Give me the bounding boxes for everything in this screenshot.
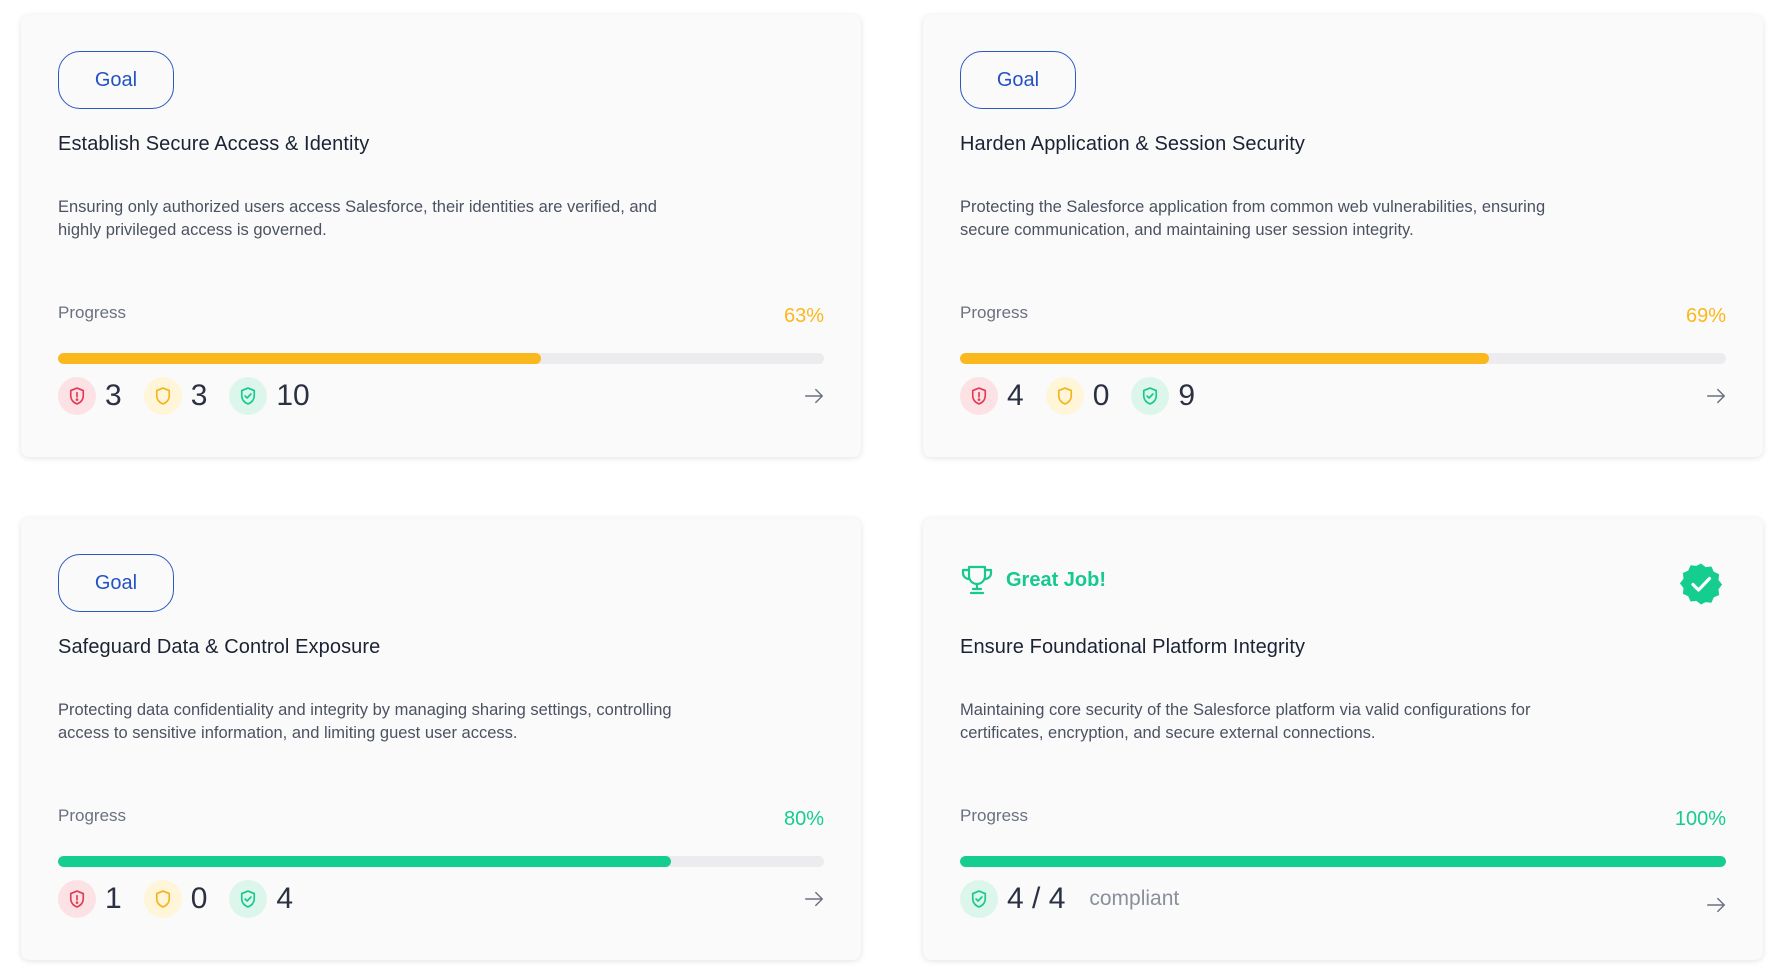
- passed-stat: 10: [229, 377, 310, 415]
- trophy-icon: [961, 565, 993, 595]
- stats-row: 4 0 9: [960, 377, 1217, 415]
- progress-track: [960, 353, 1726, 364]
- goal-badge: Goal: [58, 554, 174, 612]
- compliant-label: compliant: [1089, 887, 1180, 910]
- warning-count: 3: [190, 379, 208, 412]
- warning-stat: 0: [143, 880, 208, 918]
- progress-fill: [58, 353, 541, 364]
- warning-stat: 3: [143, 377, 208, 415]
- progress-label: Progress: [58, 303, 127, 322]
- passed-stat: 9: [1131, 377, 1195, 415]
- warning-count: 0: [1092, 379, 1110, 412]
- card-title: Establish Secure Access & Identity: [58, 133, 370, 155]
- passed-stat: 4: [229, 880, 293, 918]
- progress-percent: 63%: [783, 305, 824, 327]
- card-title: Ensure Foundational Platform Integrity: [960, 636, 1306, 658]
- arrow-right-icon[interactable]: [803, 888, 825, 910]
- progress-label: Progress: [960, 806, 1029, 825]
- shield-alert-icon: [58, 880, 96, 918]
- shield-check-icon: [229, 377, 268, 415]
- card-description: Maintaining core security of the Salesfo…: [960, 701, 1531, 742]
- shield-icon: [1045, 377, 1084, 415]
- great-job-banner: Great Job!: [960, 564, 1106, 596]
- great-job-label: Great Job!: [1006, 568, 1107, 591]
- progress-track: [960, 856, 1726, 867]
- critical-count: 4: [1007, 379, 1024, 412]
- card-title: Harden Application & Session Security: [960, 133, 1305, 155]
- critical-count: 1: [105, 882, 122, 915]
- shield-check-icon: [229, 880, 268, 918]
- goal-card[interactable]: Goal Harden Application & Session Securi…: [923, 15, 1763, 457]
- card-description: Ensuring only authorized users access Sa…: [58, 198, 657, 239]
- verified-badge-icon: [1679, 563, 1723, 605]
- critical-stat: 3: [58, 377, 122, 415]
- shield-check-icon: [1131, 377, 1170, 415]
- passed-count: 4: [276, 882, 294, 915]
- progress-track: [58, 856, 824, 867]
- progress-fill: [960, 856, 1726, 867]
- shield-icon: [143, 880, 182, 918]
- card-description: Protecting the Salesforce application fr…: [960, 198, 1546, 239]
- progress-track: [58, 353, 824, 364]
- warning-count: 0: [190, 882, 208, 915]
- shield-check-icon: [960, 880, 998, 918]
- goal-card[interactable]: Goal Establish Secure Access & Identity …: [21, 15, 861, 457]
- goal-badge: Goal: [960, 51, 1076, 109]
- stats-row: 3 3 10: [58, 377, 332, 415]
- progress-fill: [58, 856, 671, 867]
- shield-icon: [143, 377, 182, 415]
- warning-stat: 0: [1045, 377, 1110, 415]
- card-description: Protecting data confidentiality and inte…: [58, 701, 672, 742]
- shield-alert-icon: [58, 377, 96, 415]
- stats-row: 1 0 4: [58, 880, 315, 918]
- progress-fill: [960, 353, 1489, 364]
- critical-stat: 1: [58, 880, 122, 918]
- goal-badge: Goal: [58, 51, 174, 109]
- progress-percent: 100%: [1674, 808, 1726, 830]
- progress-label: Progress: [960, 303, 1029, 322]
- compliant-stat: 4 / 4 compliant: [960, 880, 1179, 918]
- progress-percent: 80%: [783, 808, 824, 830]
- critical-count: 3: [105, 379, 122, 412]
- passed-count: 9: [1178, 379, 1196, 412]
- arrow-right-icon[interactable]: [803, 385, 825, 407]
- complete-card[interactable]: Great Job! Ensure Foundational Platform …: [923, 518, 1763, 960]
- progress-percent: 69%: [1685, 305, 1726, 327]
- progress-label: Progress: [58, 806, 127, 825]
- goal-card[interactable]: Goal Safeguard Data & Control Exposure P…: [21, 518, 861, 960]
- shield-alert-icon: [960, 377, 998, 415]
- arrow-right-icon[interactable]: [1705, 385, 1727, 407]
- passed-count: 10: [276, 379, 310, 412]
- stats-row: 4 / 4 compliant: [960, 880, 1179, 918]
- card-title: Safeguard Data & Control Exposure: [58, 636, 381, 658]
- compliant-count: 4 / 4: [1007, 882, 1066, 915]
- arrow-right-icon[interactable]: [1705, 894, 1727, 916]
- critical-stat: 4: [960, 377, 1024, 415]
